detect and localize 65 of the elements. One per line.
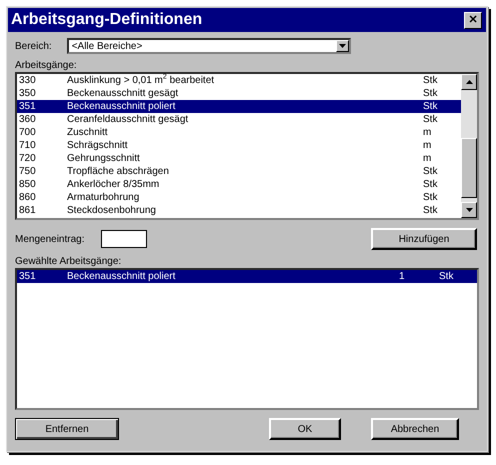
unit-cell-text: Stk bbox=[423, 88, 438, 99]
name-cell-text: Schrägschnitt bbox=[67, 140, 129, 151]
dialog-button[interactable]: Abbrechen bbox=[371, 418, 459, 440]
list-row[interactable]: 861 Steckdosenbohrung Stk bbox=[17, 204, 461, 217]
unit-cell-text: Stk bbox=[423, 101, 438, 112]
unit-cell-text: Stk bbox=[423, 192, 438, 203]
name-cell-text: Steckdosenbohrung bbox=[67, 205, 157, 216]
list-row[interactable]: 860 Armaturbohrung Stk bbox=[17, 191, 461, 204]
name-cell-text: Beckenausschnitt gesägt bbox=[67, 88, 180, 99]
close-button[interactable]: ✕ bbox=[464, 12, 482, 28]
unit-cell-text: m bbox=[423, 127, 432, 138]
window-title: Arbeitsgang-Definitionen bbox=[11, 11, 202, 29]
unit-cell-text: Stk bbox=[423, 205, 438, 216]
arbeitsgaenge-label: Arbeitsgänge: bbox=[15, 60, 78, 71]
list-row[interactable]: 360 Ceranfeldausschnitt gesägt Stk bbox=[17, 113, 461, 126]
unit-cell-text: Stk bbox=[423, 114, 438, 125]
name-cell-text: Tropfläche abschrägen bbox=[67, 166, 170, 177]
name-cell-text: Zuschnitt bbox=[67, 127, 109, 138]
code-cell-text: 850 bbox=[18, 179, 37, 190]
list-row[interactable]: 351 Beckenausschnitt poliert Stk bbox=[17, 100, 461, 113]
name-cell-text: Ausklinkung > 0,01 m$^{2}$ bearbeitet bbox=[67, 75, 216, 86]
scroll-up-icon[interactable] bbox=[461, 74, 477, 90]
list-row[interactable]: 700 Zuschnitt m bbox=[17, 126, 461, 139]
list-row[interactable]: 710 Schrägschnitt m bbox=[17, 139, 461, 152]
code-cell-text: 720 bbox=[18, 153, 37, 164]
code-cell-text: 750 bbox=[18, 166, 37, 177]
name-cell-text: Beckenausschnitt poliert bbox=[67, 271, 176, 282]
list-row[interactable]: 720 Gehrungsschnitt m bbox=[17, 152, 461, 165]
list-row[interactable]: 350 Beckenausschnitt gesägt Stk bbox=[17, 87, 461, 100]
code-cell-text: 351 bbox=[18, 101, 37, 112]
list-row[interactable]: 330 Ausklinkung > 0,01 m$^{2}$ bearbeitet Stk bbox=[17, 74, 461, 87]
name-cell-text: Ankerlöcher 8/35mm bbox=[67, 179, 160, 190]
code-cell-text: 700 bbox=[18, 127, 37, 138]
name-cell-text: Armaturbohrung bbox=[67, 192, 140, 203]
add-button[interactable]: Hinzufügen bbox=[371, 228, 477, 250]
unit-cell-text: Stk bbox=[423, 75, 438, 86]
gewaehlte-label: Gewählte Arbeitsgänge: bbox=[15, 256, 122, 267]
name-cell-text: Ceranfeldausschnitt gesägt bbox=[67, 114, 190, 125]
list-row[interactable]: 850 Ankerlöcher 8/35mm Stk bbox=[17, 178, 461, 191]
name-cell-text: Beckenausschnitt poliert bbox=[67, 101, 176, 112]
name-cell-text: Gehrungsschnitt bbox=[67, 153, 141, 164]
list-row[interactable]: 750 Tropfläche abschrägen Stk bbox=[17, 165, 461, 178]
bereich-dropdown[interactable]: <Alle Bereiche> bbox=[66, 38, 351, 54]
unit-cell-text: Stk bbox=[423, 179, 438, 190]
quantity-cell-text: 1 bbox=[399, 271, 406, 282]
scroll-down-icon[interactable] bbox=[461, 202, 477, 218]
scroll-thumb[interactable] bbox=[461, 138, 477, 198]
code-cell-text: 860 bbox=[18, 192, 37, 203]
code-cell-text: 330 bbox=[18, 75, 37, 86]
code-cell-text: 710 bbox=[18, 140, 37, 151]
mengeneintrag-label: Mengeneintrag: bbox=[15, 234, 84, 244]
unit-cell-text: m bbox=[423, 153, 432, 164]
dialog-button[interactable]: Entfernen bbox=[15, 418, 119, 440]
unit-cell-text: Stk bbox=[439, 271, 454, 282]
code-cell-text: 861 bbox=[18, 205, 37, 216]
bereich-label: Bereich: bbox=[15, 40, 52, 52]
list-row[interactable]: 351 Beckenausschnitt poliert 1 Stk bbox=[17, 270, 477, 283]
code-cell-text: 360 bbox=[18, 114, 37, 125]
unit-cell-text: m bbox=[423, 140, 432, 151]
code-cell-text: 351 bbox=[18, 271, 37, 282]
quantity-field[interactable] bbox=[100, 230, 146, 248]
scrollbar[interactable] bbox=[461, 74, 477, 218]
dialog-button[interactable]: OK bbox=[269, 418, 341, 440]
unit-cell-text: Stk bbox=[423, 166, 438, 177]
code-cell-text: 350 bbox=[18, 88, 37, 99]
